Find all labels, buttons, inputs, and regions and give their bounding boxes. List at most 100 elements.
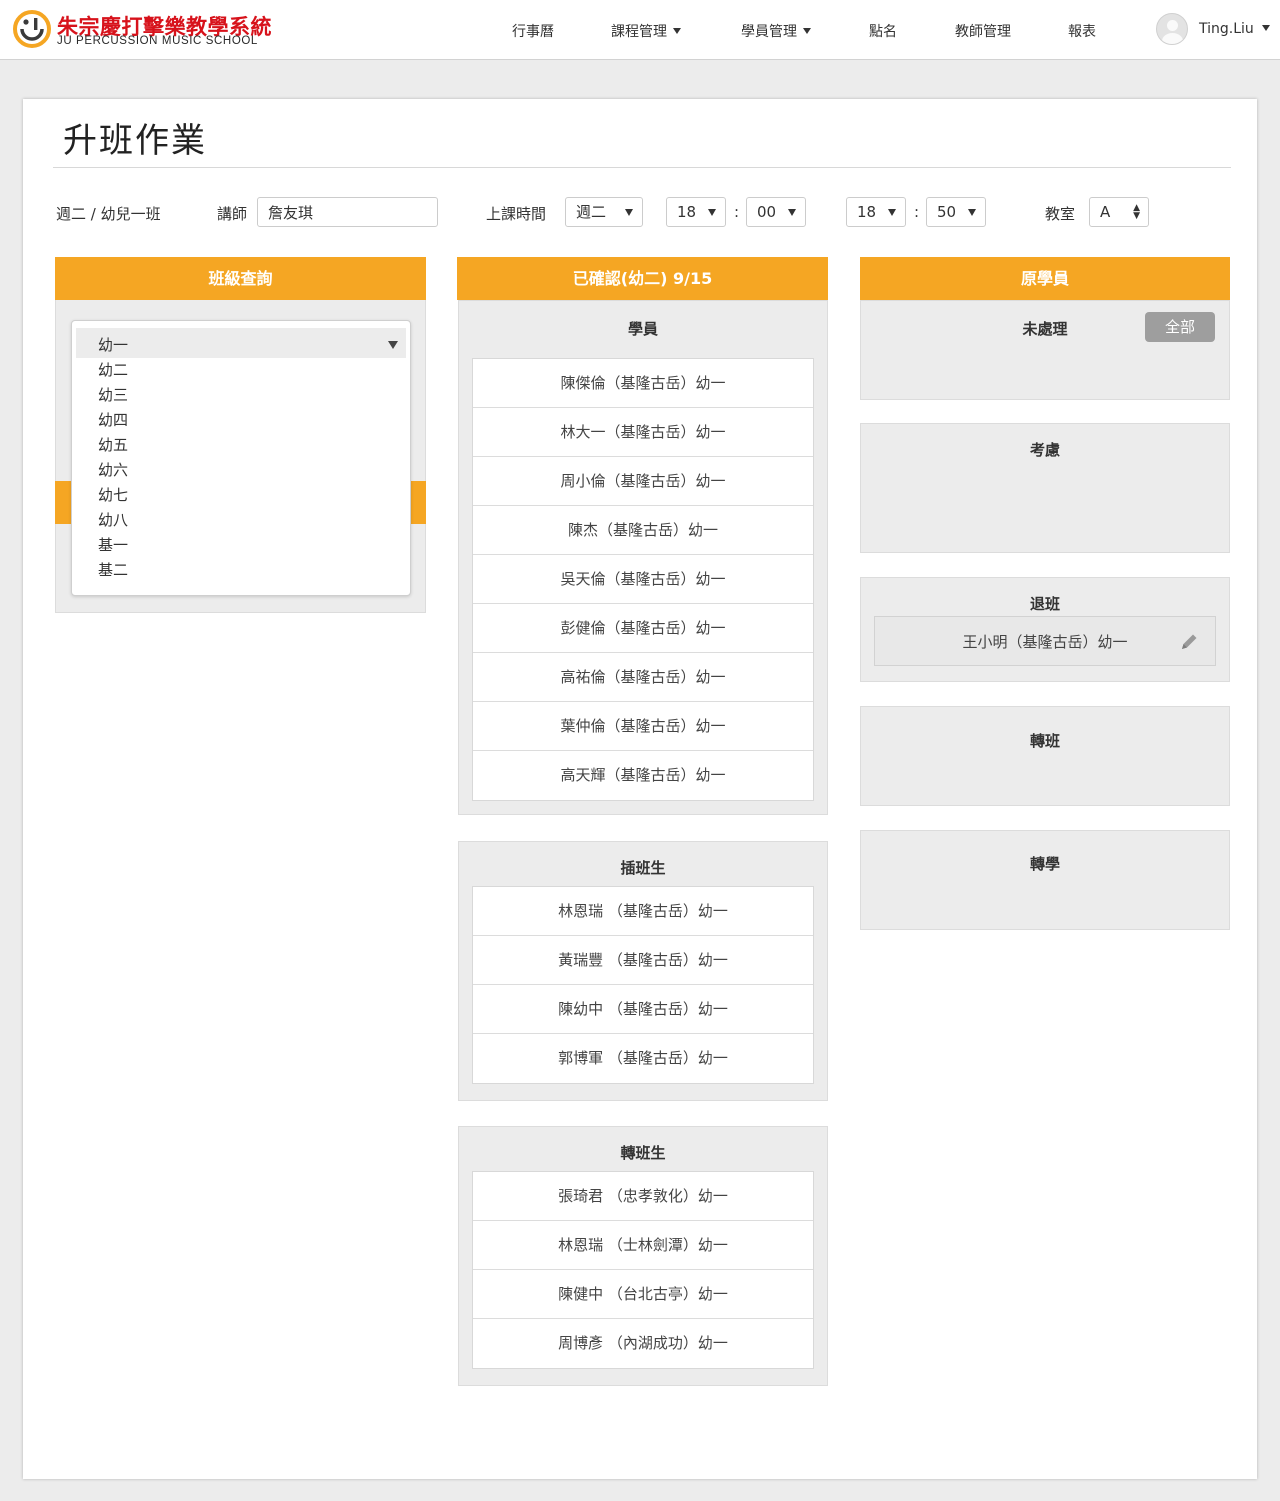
start-minute-select[interactable]: 00 — [746, 197, 806, 227]
chevron-down-icon — [788, 209, 796, 216]
students-title: 學員 — [627, 320, 658, 338]
insert-list: 林恩瑞 （基隆古岳）幼一 黃瑞豐 （基隆古岳）幼一 陳幼中 （基隆古岳）幼一 郭博軍 … — [472, 886, 814, 1084]
chevron-down-icon — [388, 341, 398, 349]
withdraw-box[interactable]: 退班 王小明（基隆古岳）幼一 — [860, 577, 1230, 682]
student-row[interactable]: 周小倫（基隆古岳）幼一 — [473, 457, 813, 506]
end-minute-select[interactable]: 50 — [926, 197, 986, 227]
insert-student-row[interactable]: 陳幼中 （基隆古岳）幼一 — [473, 985, 813, 1034]
withdraw-student-item[interactable]: 王小明（基隆古岳）幼一 — [874, 616, 1216, 666]
class-option[interactable]: 幼七 — [72, 483, 410, 508]
transfer-students-box: 轉班生 張琦君 （忠孝敦化）幼一 林恩瑞 （士林劍潭）幼一 陳健中 （台北古亭）幼一… — [458, 1126, 828, 1386]
class-query-header: 班級查詢 — [55, 257, 426, 300]
title-divider — [53, 167, 1231, 168]
class-name-label: 週二 / 幼兒一班 — [56, 205, 161, 223]
chevron-down-icon — [968, 209, 976, 216]
day-select[interactable]: 週二 — [565, 197, 643, 227]
switch-class-title: 轉班 — [1029, 732, 1060, 750]
nav-calendar[interactable]: 行事曆 — [512, 21, 554, 41]
main-card: 升班作業 週二 / 幼兒一班 講師 上課時間 週二 18 : 00 18 : 5… — [23, 99, 1257, 1479]
class-option-selected[interactable]: 幼一 — [76, 328, 406, 358]
nav-label: 行事曆 — [512, 24, 554, 40]
student-row[interactable]: 陳杰（基隆古岳）幼一 — [473, 506, 813, 555]
teacher-input[interactable] — [257, 197, 438, 227]
start-minute-value: 00 — [757, 203, 777, 221]
nav-course-management[interactable]: 課程管理 — [611, 21, 681, 41]
class-option[interactable]: 幼六 — [72, 458, 410, 483]
transfer-student-row[interactable]: 林恩瑞 （士林劍潭）幼一 — [473, 1221, 813, 1270]
transfer-school-box[interactable]: 轉學 — [860, 830, 1230, 930]
nav-label: 報表 — [1068, 24, 1096, 40]
class-option[interactable]: 幼五 — [72, 433, 410, 458]
class-option[interactable]: 基二 — [72, 558, 410, 583]
updown-arrows-icon: ▲ ▼ — [1133, 203, 1140, 221]
transfer-school-title: 轉學 — [1029, 855, 1060, 873]
student-row[interactable]: 高天輝（基隆古岳）幼一 — [473, 751, 813, 800]
end-minute-value: 50 — [937, 203, 957, 221]
room-label: 教室 — [1045, 205, 1076, 223]
chevron-down-icon — [708, 209, 716, 216]
student-row[interactable]: 彭健倫（基隆古岳）幼一 — [473, 604, 813, 653]
select-all-button[interactable]: 全部 — [1145, 312, 1215, 342]
room-value: A — [1100, 203, 1111, 221]
insert-title: 插班生 — [620, 859, 666, 877]
confirmed-header: 已確認(幼二) 9/15 — [457, 257, 828, 300]
class-option[interactable]: 幼二 — [72, 358, 410, 383]
confirmed-students-box: 學員 陳傑倫（基隆古岳）幼一 林大一（基隆古岳）幼一 周小倫（基隆古岳）幼一 陳杰（基… — [458, 300, 828, 815]
chevron-down-icon — [888, 209, 896, 216]
nav-reports[interactable]: 報表 — [1068, 21, 1096, 41]
insert-student-row[interactable]: 郭博軍 （基隆古岳）幼一 — [473, 1034, 813, 1083]
chevron-down-icon — [673, 28, 681, 34]
nav-label: 教師管理 — [955, 24, 1011, 40]
pending-box[interactable]: 未處理 全部 — [860, 300, 1230, 400]
students-list: 陳傑倫（基隆古岳）幼一 林大一（基隆古岳）幼一 周小倫（基隆古岳）幼一 陳杰（基隆古岳… — [472, 358, 814, 801]
insert-students-box: 插班生 林恩瑞 （基隆古岳）幼一 黃瑞豐 （基隆古岳）幼一 陳幼中 （基隆古岳）幼一… — [458, 841, 828, 1101]
nav-label: 學員管理 — [741, 24, 797, 40]
nav-teacher-management[interactable]: 教師管理 — [955, 21, 1011, 41]
day-value: 週二 — [576, 203, 607, 221]
class-option[interactable]: 幼八 — [72, 508, 410, 533]
class-option[interactable]: 幼三 — [72, 383, 410, 408]
switch-class-box[interactable]: 轉班 — [860, 706, 1230, 806]
transfer-list: 張琦君 （忠孝敦化）幼一 林恩瑞 （士林劍潭）幼一 陳健中 （台北古亭）幼一 周博彥 … — [472, 1171, 814, 1369]
end-hour-value: 18 — [857, 203, 877, 221]
brand-name-en: JU PERCUSSION MUSIC SCHOOL — [57, 35, 258, 47]
end-hour-select[interactable]: 18 — [846, 197, 906, 227]
teacher-label: 講師 — [217, 205, 248, 223]
class-query-panel: 幼一 幼二 幼三 幼四 幼五 幼六 幼七 幼八 基一 基二 — [55, 299, 426, 613]
nav-student-management[interactable]: 學員管理 — [741, 21, 811, 41]
insert-student-row[interactable]: 黃瑞豐 （基隆古岳）幼一 — [473, 936, 813, 985]
top-navigation: 朱宗慶打擊樂教學系統 JU PERCUSSION MUSIC SCHOOL 行事… — [0, 0, 1280, 60]
class-time-label: 上課時間 — [486, 205, 547, 223]
chevron-down-icon — [803, 28, 811, 34]
class-option-list: 幼二 幼三 幼四 幼五 幼六 幼七 幼八 基一 基二 — [72, 358, 410, 583]
student-row[interactable]: 吳天倫（基隆古岳）幼一 — [473, 555, 813, 604]
brand-logo[interactable]: 朱宗慶打擊樂教學系統 JU PERCUSSION MUSIC SCHOOL — [13, 10, 313, 52]
insert-student-row[interactable]: 林恩瑞 （基隆古岳）幼一 — [473, 887, 813, 936]
pencil-icon[interactable] — [1178, 631, 1200, 653]
transfer-title: 轉班生 — [620, 1144, 666, 1162]
class-option[interactable]: 幼四 — [72, 408, 410, 433]
transfer-student-row[interactable]: 張琦君 （忠孝敦化）幼一 — [473, 1172, 813, 1221]
student-row[interactable]: 林大一（基隆古岳）幼一 — [473, 408, 813, 457]
nav-label: 課程管理 — [611, 24, 667, 40]
transfer-student-row[interactable]: 周博彥 （內湖成功）幼一 — [473, 1319, 813, 1368]
start-hour-select[interactable]: 18 — [666, 197, 726, 227]
room-select[interactable]: A ▲ ▼ — [1089, 197, 1149, 227]
class-option[interactable]: 基一 — [72, 533, 410, 558]
time-separator: : — [734, 203, 740, 221]
chevron-down-icon — [1262, 25, 1270, 31]
nav-label: 點名 — [869, 24, 897, 40]
chevron-down-icon — [625, 209, 633, 216]
original-header: 原學員 — [860, 257, 1230, 300]
class-dropdown[interactable]: 幼一 幼二 幼三 幼四 幼五 幼六 幼七 幼八 基一 基二 — [71, 320, 411, 596]
student-row[interactable]: 葉仲倫（基隆古岳）幼一 — [473, 702, 813, 751]
student-row[interactable]: 高祐倫（基隆古岳）幼一 — [473, 653, 813, 702]
student-row[interactable]: 陳傑倫（基隆古岳）幼一 — [473, 359, 813, 408]
page-title: 升班作業 — [63, 121, 207, 161]
withdraw-title: 退班 — [1029, 595, 1060, 613]
user-name: Ting.Liu — [1199, 21, 1254, 37]
consider-box[interactable]: 考慮 — [860, 423, 1230, 553]
start-hour-value: 18 — [677, 203, 697, 221]
transfer-student-row[interactable]: 陳健中 （台北古亭）幼一 — [473, 1270, 813, 1319]
nav-attendance[interactable]: 點名 — [869, 21, 897, 41]
